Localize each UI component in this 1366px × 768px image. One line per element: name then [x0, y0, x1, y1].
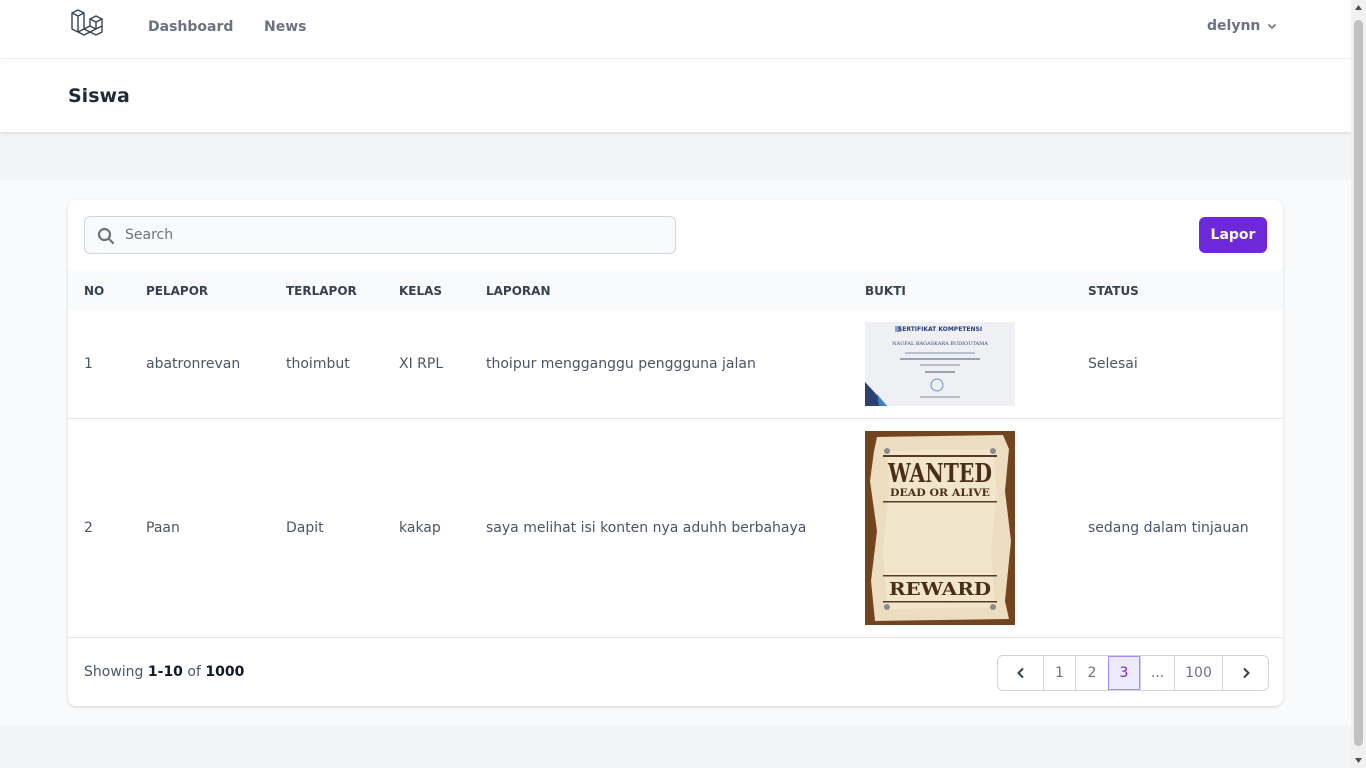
search-input[interactable]	[125, 217, 665, 253]
scroll-down-arrow-icon[interactable]	[1354, 756, 1363, 765]
poster-sub-text: DEAD OR ALIVE	[890, 488, 990, 499]
column-header-pelapor: PELAPOR	[146, 284, 209, 298]
pagination-page-1[interactable]: 1	[1043, 656, 1075, 690]
bukti-wanted-poster-image[interactable]: WANTED DEAD OR ALIVE REWARD	[865, 431, 1015, 625]
cell-laporan: saya melihat isi konten nya aduhh berbah…	[486, 520, 807, 536]
column-header-laporan: LAPORAN	[486, 284, 551, 298]
column-header-no: NO	[84, 284, 105, 298]
cell-no: 2	[84, 520, 93, 536]
cell-kelas: kakap	[399, 520, 441, 536]
column-header-bukti: BUKTI	[865, 284, 906, 298]
search-icon	[97, 227, 115, 245]
showing-total: 1000	[205, 664, 245, 680]
table-header: NO PELAPOR TERLAPOR KELAS LAPORAN BUKTI …	[68, 270, 1283, 310]
showing-of: of	[187, 664, 201, 680]
pagination-next-button[interactable]	[1222, 656, 1268, 690]
user-name: delynn	[1207, 18, 1261, 34]
cell-kelas: XI RPL	[399, 356, 444, 372]
scrollbar-thumb[interactable]	[1354, 20, 1363, 746]
laravel-logo-icon[interactable]	[70, 9, 106, 43]
table-row: 1 abatronrevan thoimbut XI RPL thoipur m…	[68, 310, 1283, 419]
cell-laporan: thoipur mengganggu penggguna jalan	[486, 356, 756, 372]
pagination-summary: Showing 1-10 of 1000	[84, 664, 244, 680]
poster-reward-text: REWARD	[889, 579, 991, 600]
cert-title-text: SERTIFIKAT KOMPETENSI	[898, 326, 982, 333]
top-nav: Dashboard News delynn	[0, 0, 1351, 59]
chevron-right-icon	[1242, 667, 1250, 679]
column-header-status: STATUS	[1088, 284, 1139, 298]
bukti-certificate-image[interactable]: SERTIFIKAT KOMPETENSI NAUFAL BAGASKARA B…	[865, 322, 1015, 406]
search-box[interactable]	[84, 216, 676, 254]
cell-pelapor: Paan	[146, 520, 180, 536]
nav-link-news[interactable]: News	[264, 19, 306, 35]
user-menu[interactable]: delynn	[1207, 18, 1278, 34]
page: Dashboard News delynn Siswa Lapor NO PEL…	[0, 0, 1351, 768]
page-header: Siswa	[0, 59, 1351, 132]
cell-no: 1	[84, 356, 93, 372]
cell-status: sedang dalam tinjauan	[1088, 520, 1249, 536]
chevron-left-icon	[1016, 667, 1024, 679]
showing-prefix: Showing	[84, 664, 144, 680]
cell-pelapor: abatronrevan	[146, 356, 241, 372]
cell-terlapor: Dapit	[286, 520, 324, 536]
column-header-terlapor: TERLAPOR	[286, 284, 357, 298]
pagination: 1 2 3 ... 100	[997, 655, 1269, 691]
page-title: Siswa	[68, 85, 130, 107]
pagination-ellipsis: ...	[1140, 656, 1174, 690]
page-scrollbar[interactable]	[1351, 0, 1366, 768]
pagination-page-2[interactable]: 2	[1075, 656, 1108, 690]
table-row: 2 Paan Dapit kakap saya melihat isi kont…	[68, 419, 1283, 638]
pagination-prev-button[interactable]	[998, 656, 1043, 690]
cert-name-text: NAUFAL BAGASKARA BUDIOUTAMA	[892, 341, 988, 347]
showing-range: 1-10	[147, 664, 183, 680]
cell-terlapor: thoimbut	[286, 356, 350, 372]
cell-status: Selesai	[1088, 356, 1138, 372]
poster-wanted-text: WANTED	[887, 459, 992, 489]
lapor-button[interactable]: Lapor	[1199, 217, 1267, 253]
chevron-down-icon	[1268, 23, 1277, 30]
scroll-up-arrow-icon[interactable]	[1354, 3, 1363, 12]
nav-link-dashboard[interactable]: Dashboard	[148, 19, 233, 35]
report-card: Lapor NO PELAPOR TERLAPOR KELAS LAPORAN …	[68, 200, 1283, 706]
column-header-kelas: KELAS	[399, 284, 443, 298]
pagination-page-100[interactable]: 100	[1174, 656, 1222, 690]
pagination-page-3-current[interactable]: 3	[1108, 656, 1140, 690]
